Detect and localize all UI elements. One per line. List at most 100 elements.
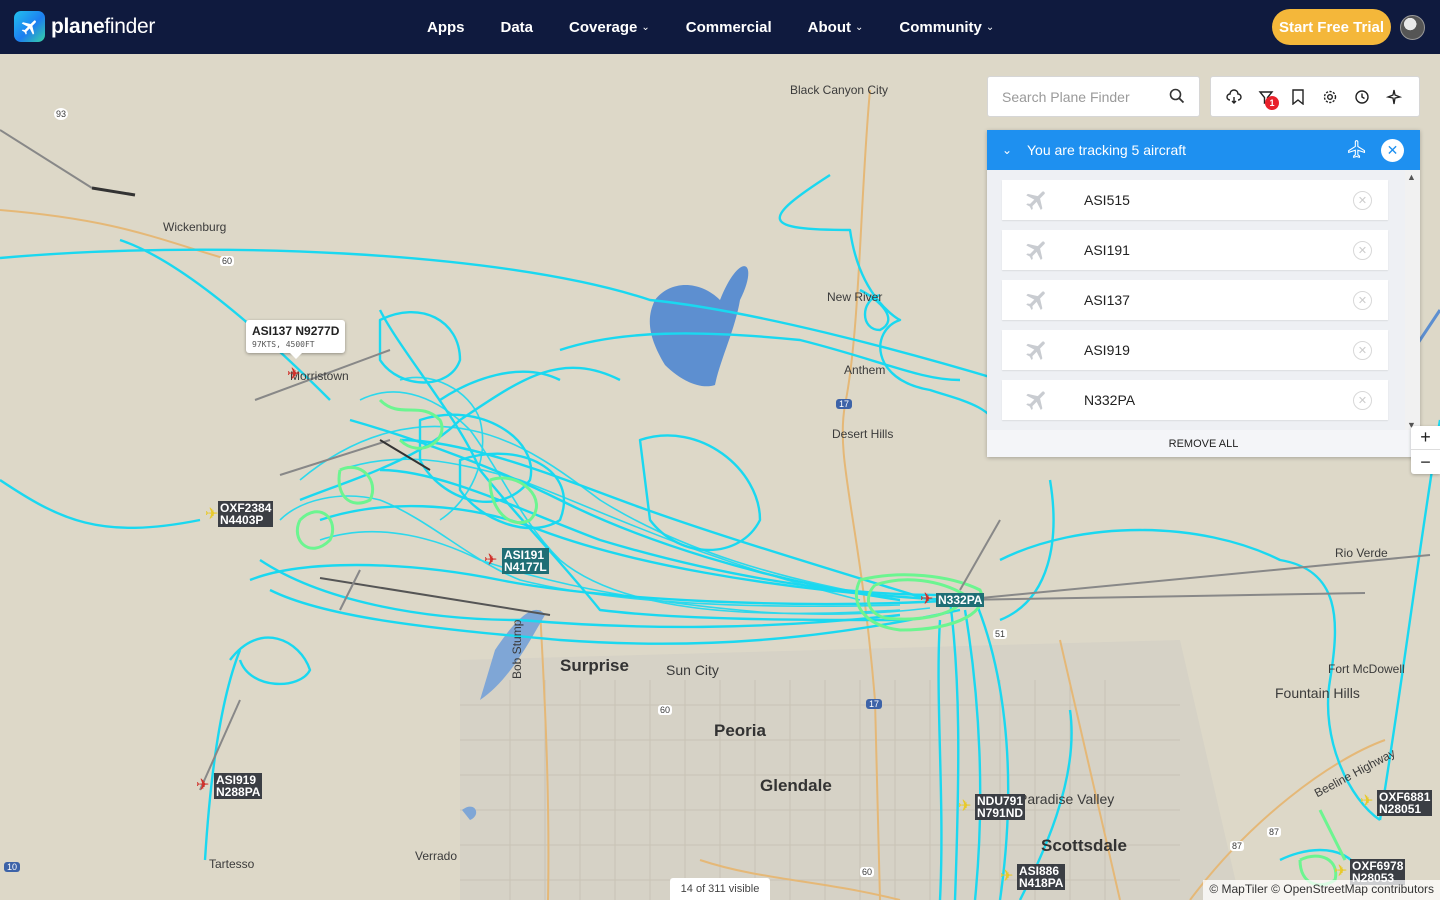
search-box [987, 76, 1200, 117]
remove-all-button[interactable]: REMOVE ALL [987, 430, 1420, 457]
list-item[interactable]: ASI515 ✕ [1002, 180, 1388, 220]
route-shield: 60 [658, 705, 673, 715]
aircraft-marker[interactable]: ✈ [1334, 864, 1347, 880]
nav-commercial[interactable]: Commercial [686, 19, 772, 36]
logo-plane-icon [14, 11, 45, 42]
search-icon[interactable] [1169, 88, 1185, 109]
remove-aircraft-icon[interactable]: ✕ [1353, 390, 1372, 410]
tracked-aircraft-list: ASI515 ✕ ASI191 ✕ ASI137 ✕ ASI919 ✕ N332… [1002, 180, 1388, 430]
list-item[interactable]: ASI137 ✕ [1002, 280, 1388, 320]
place-label: Peoria [714, 721, 766, 740]
tracking-title: You are tracking 5 aircraft [1027, 142, 1187, 158]
zoom-out-button[interactable]: − [1411, 450, 1440, 474]
plane-icon [1002, 337, 1072, 363]
route-shield: 93 [54, 108, 69, 120]
callsign: N332PA [1084, 392, 1136, 408]
close-icon[interactable]: ✕ [1381, 138, 1404, 162]
aircraft-marker[interactable]: ✈ [287, 367, 300, 383]
place-label: Tartesso [209, 857, 255, 871]
user-avatar[interactable] [1400, 15, 1425, 40]
plane-icon [1002, 387, 1072, 413]
aircraft-label[interactable]: OXF6881 N28051 [1377, 790, 1433, 816]
chevron-down-icon: ⌄ [641, 21, 650, 33]
urban-area [460, 640, 1240, 900]
callsign: ASI515 [1084, 192, 1130, 208]
weather-icon[interactable] [1225, 88, 1243, 106]
top-navigation-bar: planefinder Apps Data Coverage ⌄ Commerci… [0, 0, 1440, 54]
nav-coverage[interactable]: Coverage ⌄ [569, 19, 650, 36]
place-label: Verrado [415, 849, 458, 863]
gear-icon[interactable] [1321, 88, 1339, 106]
start-free-trial-button[interactable]: Start Free Trial [1272, 9, 1391, 45]
zoom-control: + − [1411, 426, 1440, 474]
route-shield: 60 [220, 256, 235, 266]
aircraft-label[interactable]: ASI191 N4177L [502, 548, 549, 574]
aircraft-marker[interactable]: ✈ [484, 553, 497, 569]
aircraft-marker[interactable]: ✈ [958, 799, 971, 815]
zoom-in-button[interactable]: + [1411, 426, 1440, 450]
place-label: Surprise [560, 656, 629, 675]
search-input[interactable] [1002, 88, 1162, 105]
aircraft-label[interactable]: N332PA [936, 593, 985, 607]
aircraft-marker[interactable]: ✈ [1000, 869, 1013, 885]
nav-apps[interactable]: Apps [427, 19, 465, 36]
lake-pleasant [649, 266, 749, 387]
place-label: Sun City [666, 662, 719, 678]
callsign: ASI919 [1084, 342, 1130, 358]
filter-icon[interactable]: 1 [1257, 88, 1279, 110]
route-shield: 17 [866, 699, 883, 709]
airport-icon[interactable] [1385, 88, 1403, 106]
chevron-down-icon: ⌄ [985, 21, 995, 33]
planefinder-logo[interactable]: planefinder [14, 11, 155, 42]
panel-scrollbar[interactable]: ▲ ▼ [1405, 170, 1420, 432]
list-item[interactable]: ASI191 ✕ [1002, 230, 1388, 270]
logo-wordmark: planefinder [51, 14, 156, 38]
route-shield: 10 [4, 862, 21, 872]
aircraft-label[interactable]: ASI919 N288PA [214, 773, 263, 799]
flight-tracks-dense [279, 376, 931, 615]
tracking-panel-header: ⌄ You are tracking 5 aircraft ✕ [987, 130, 1420, 170]
place-label: Anthem [844, 363, 886, 377]
route-shield: 87 [1230, 841, 1245, 851]
callsign: ASI137 [1084, 292, 1130, 308]
nav-community[interactable]: Community ⌄ [899, 19, 994, 36]
visible-count-badge: 14 of 311 visible [670, 878, 770, 900]
nav-data[interactable]: Data [501, 19, 534, 36]
scroll-up-icon[interactable]: ▲ [1407, 172, 1416, 182]
route-shield: 60 [860, 867, 875, 877]
list-item[interactable]: ASI919 ✕ [1002, 330, 1388, 370]
filter-badge: 1 [1265, 95, 1279, 110]
aircraft-marker[interactable]: ✈ [196, 778, 209, 794]
place-label: Paradise Valley [1018, 791, 1115, 807]
nav-about[interactable]: About ⌄ [808, 19, 864, 36]
aircraft-label[interactable]: NDU791 N791ND [975, 794, 1026, 820]
aircraft-marker[interactable]: ✈ [1360, 794, 1373, 810]
history-icon[interactable] [1353, 88, 1371, 106]
plane-icon [1002, 187, 1072, 213]
aircraft-marker[interactable]: ✈ [205, 507, 218, 523]
collapse-chevron-icon[interactable]: ⌄ [987, 143, 1027, 157]
plane-icon [1002, 287, 1072, 313]
place-label: Scottsdale [1041, 836, 1127, 855]
tooltip-title: ASI137 N9277D [252, 324, 340, 338]
aircraft-label[interactable]: OXF2384 N4403P [218, 501, 274, 527]
aircraft-marker[interactable]: ✈ [920, 592, 933, 608]
chevron-down-icon: ⌄ [854, 21, 864, 33]
map-attribution[interactable]: © MapTiler © OpenStreetMap contributors [1203, 880, 1440, 900]
list-item[interactable]: N332PA ✕ [1002, 380, 1388, 420]
place-label: Desert Hills [832, 427, 894, 441]
remove-aircraft-icon[interactable]: ✕ [1353, 240, 1372, 260]
bookmark-icon[interactable] [1289, 88, 1307, 106]
place-label: Black Canyon City [790, 83, 889, 97]
place-label: Glendale [760, 776, 832, 795]
route-shield: 51 [993, 629, 1008, 639]
place-label: Fort McDowell [1328, 662, 1405, 676]
place-label: Rio Verde [1335, 546, 1388, 560]
remove-aircraft-icon[interactable]: ✕ [1353, 340, 1372, 360]
map-toolbar: 1 [1210, 76, 1420, 117]
remove-aircraft-icon[interactable]: ✕ [1353, 290, 1372, 310]
route-shield: 87 [1267, 827, 1282, 837]
aircraft-label[interactable]: ASI886 N418PA [1017, 864, 1066, 890]
plane-outline-icon [1347, 139, 1367, 162]
remove-aircraft-icon[interactable]: ✕ [1353, 190, 1372, 210]
